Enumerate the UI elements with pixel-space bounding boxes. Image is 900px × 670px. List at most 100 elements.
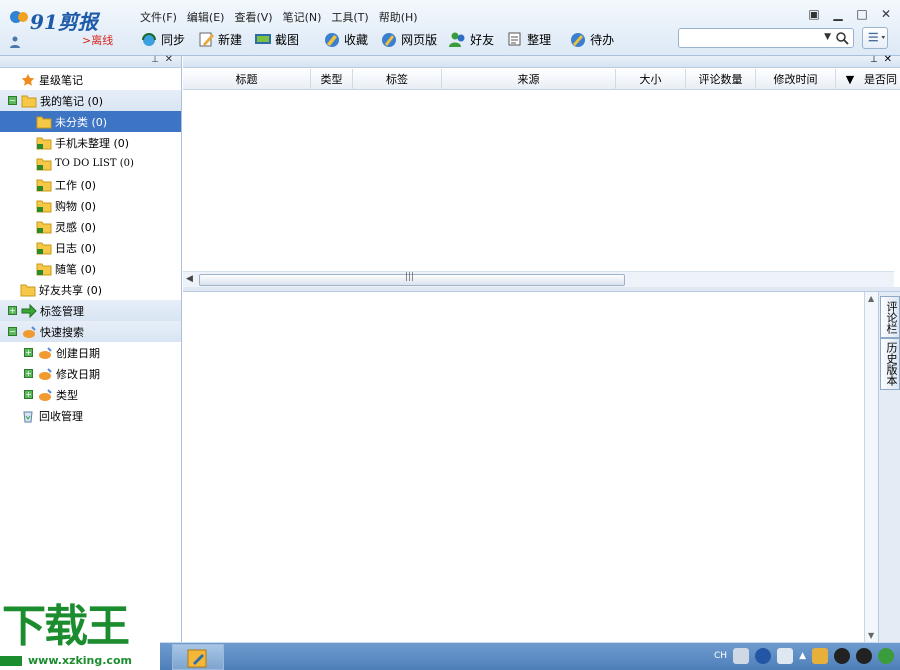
screenshot-button[interactable]: 截图 [254,28,299,50]
qq-icon-2[interactable] [856,648,872,664]
menu-help[interactable]: 帮助(H) [379,9,418,25]
window-controls: ▣ ▁ □ ✕ [808,7,892,21]
tree-item-work[interactable]: 工作 (0) [0,174,181,195]
pin-icon[interactable]: ⊥ [151,55,159,65]
new-note-button[interactable]: 新建 [197,28,242,50]
star-icon [21,73,35,86]
tree-item-uncategorized[interactable]: 未分类 (0) [0,111,181,132]
collapse-icon[interactable]: − [8,96,17,105]
sync-icon [142,33,156,46]
sync-button[interactable]: 同步 [140,28,185,50]
tree-item-shopping[interactable]: 购物 (0) [0,195,181,216]
tree-item-recycle-bin[interactable]: 回收管理 [0,405,181,426]
maximize-icon[interactable]: □ [856,7,868,21]
dropdown-menu-icon[interactable]: ▣ [808,7,820,21]
column-tags[interactable]: 标签 [353,69,442,90]
search-box[interactable]: ▼ [678,28,854,48]
ime-options-icon[interactable] [777,648,794,664]
menu-file[interactable]: 文件(F) [140,9,177,25]
scroll-up-icon[interactable]: ▲ [868,294,874,303]
favorite-button[interactable]: 收藏 [323,28,368,50]
offline-status[interactable]: >离线 [82,32,113,48]
menu-tools[interactable]: 工具(T) [331,9,368,25]
vertical-scrollbar[interactable]: ▲ ▼ [865,292,878,642]
toolbar: 同步 新建 截图 收藏 网页版 好友 整理 待办 [140,28,626,50]
tree-item-created-date[interactable]: + 创建日期 [0,342,181,363]
tab-history[interactable]: 历史版本 [880,338,900,390]
close-icon[interactable]: ✕ [880,7,892,21]
expand-icon[interactable]: + [24,369,33,378]
scroll-left-icon[interactable]: ◀ [186,274,193,284]
logo-mark-icon [10,11,28,23]
column-options-icon[interactable]: ▼ [836,69,864,90]
note-tree-panel: ⊥ ✕ 星级笔记 − 我的笔记 (0) 未分类 (0) 手机未整理 (0) TO… [0,54,182,642]
folder-sync-icon [36,200,52,212]
expand-icon[interactable]: + [24,348,33,357]
tray-notes-icon[interactable] [812,648,828,664]
menu-note[interactable]: 笔记(N) [283,9,322,25]
tree-panel-header: ⊥ ✕ [0,54,181,68]
expand-icon[interactable]: + [24,390,33,399]
tree-item-my-notes[interactable]: − 我的笔记 (0) [0,90,181,111]
view-mode-button[interactable] [862,27,888,49]
column-size[interactable]: 大小 [616,69,686,90]
screenshot-icon [255,34,272,44]
todo-icon [571,33,586,47]
note-preview[interactable] [183,292,865,642]
column-title[interactable]: 标题 [183,69,311,90]
watermark-bar [0,656,22,666]
keyboard-icon[interactable] [733,648,750,664]
expand-icon[interactable]: + [8,306,17,315]
column-type[interactable]: 类型 [311,69,353,90]
side-tabs: 评论栏 历史版本 [878,292,900,642]
tree-item-inspiration[interactable]: 灵感 (0) [0,216,181,237]
minimize-icon[interactable]: ▁ [832,7,844,21]
collapse-icon[interactable]: − [8,327,17,336]
menu-view[interactable]: 查看(V) [234,9,272,25]
close-panel-icon[interactable]: ✕ [884,54,892,65]
scroll-down-icon[interactable]: ▼ [868,631,874,640]
input-language[interactable]: CH [714,651,727,661]
menu-bar: 文件(F) 编辑(E) 查看(V) 笔记(N) 工具(T) 帮助(H) [140,9,418,25]
quick-search-icon [39,388,52,401]
taskbar-app-button[interactable] [172,644,224,670]
arrow-right-icon [21,303,37,318]
tree-item-quick-search[interactable]: − 快速搜索 [0,321,181,342]
horizontal-scrollbar[interactable]: ◀ ||| [183,271,894,287]
tree-item-journal[interactable]: 日志 (0) [0,237,181,258]
security-icon[interactable] [878,648,894,664]
search-dropdown-icon[interactable]: ▼ [824,32,831,42]
qq-icon[interactable] [834,648,850,664]
column-comment-count[interactable]: 评论数量 [686,69,756,90]
friends-button[interactable]: 好友 [449,28,494,50]
web-button[interactable]: 网页版 [380,28,437,50]
tree-item-type[interactable]: + 类型 [0,384,181,405]
folder-sync-icon [36,263,52,275]
tree-item-modified-date[interactable]: + 修改日期 [0,363,181,384]
tree-item-tag-management[interactable]: + 标签管理 [0,300,181,321]
column-source[interactable]: 来源 [442,69,616,90]
folder-icon [20,284,36,296]
column-is-synced[interactable]: 是否同 [864,69,900,90]
tree-item-mobile-unsorted[interactable]: 手机未整理 (0) [0,132,181,153]
column-modified-time[interactable]: 修改时间 [756,69,836,90]
tree-item-todo-list[interactable]: TO DO LIST (0) [0,153,181,174]
tree-item-friend-share[interactable]: 好友共享 (0) [0,279,181,300]
tree-item-essay[interactable]: 随笔 (0) [0,258,181,279]
todo-button[interactable]: 待办 [569,28,614,50]
pin-icon[interactable]: ⊥ [870,55,878,65]
search-icon[interactable] [835,31,849,45]
note-list[interactable] [183,90,900,270]
menu-edit[interactable]: 编辑(E) [187,9,225,25]
close-panel-icon[interactable]: ✕ [165,54,173,65]
help-icon[interactable] [755,648,772,664]
tree-item-starred[interactable]: 星级笔记 [0,69,181,90]
app-task-icon [187,649,207,668]
tray-expand-icon[interactable]: ▲ [799,651,806,661]
search-input[interactable] [683,31,813,45]
organize-button[interactable]: 整理 [506,28,551,50]
tab-comments[interactable]: 评论栏 [880,296,900,338]
web-icon [382,33,397,47]
watermark-text: 下载王 [2,601,130,652]
user-icon[interactable] [10,36,20,48]
